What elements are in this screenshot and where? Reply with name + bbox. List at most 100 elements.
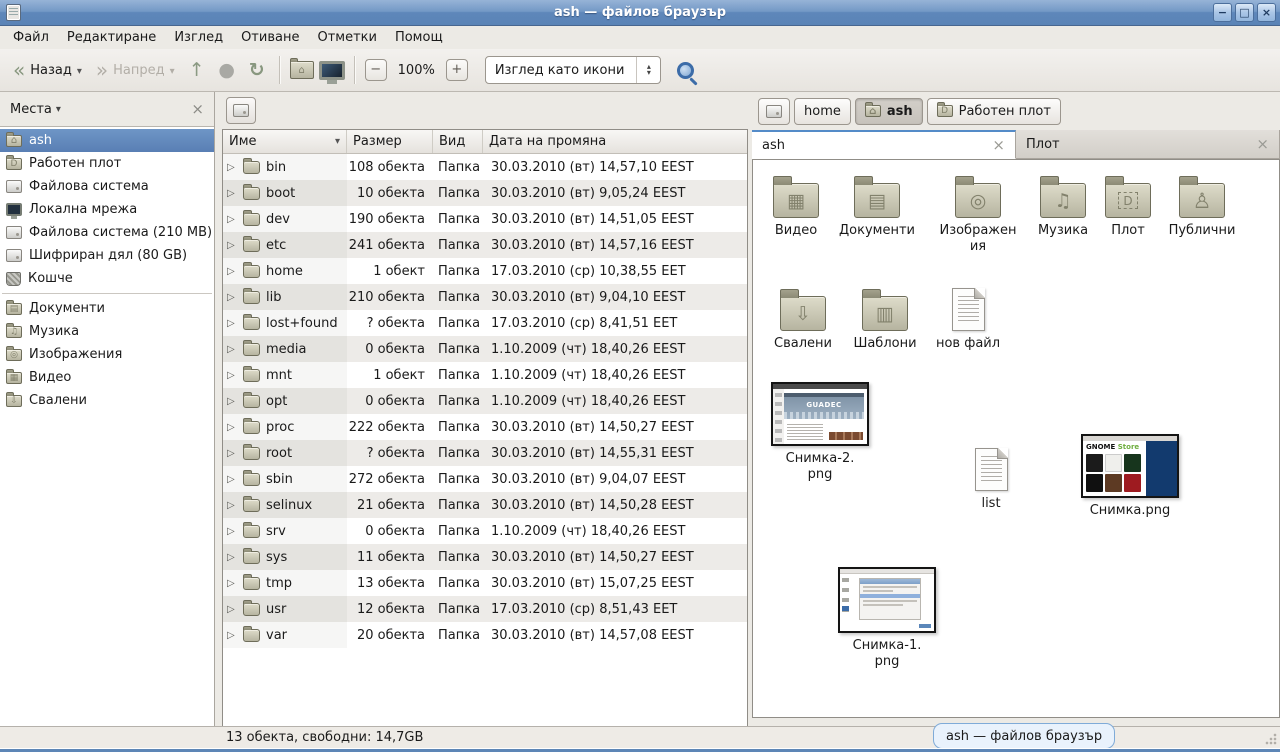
folder-item-public[interactable]: Публични bbox=[1160, 175, 1244, 239]
table-row[interactable]: ▷boot10 обектаПапка30.03.2010 (вт) 9,05,… bbox=[223, 180, 747, 206]
table-row[interactable]: ▷lib210 обектаПапка30.03.2010 (вт) 9,04,… bbox=[223, 284, 747, 310]
maximize-button[interactable]: □ bbox=[1235, 3, 1254, 22]
sidebar-close-icon[interactable]: × bbox=[191, 100, 204, 118]
table-row[interactable]: ▷var20 обектаПапка30.03.2010 (вт) 14,57,… bbox=[223, 622, 747, 648]
expander-icon[interactable]: ▷ bbox=[227, 266, 237, 277]
table-row[interactable]: ▷bin108 обектаПапка30.03.2010 (вт) 14,57… bbox=[223, 154, 747, 180]
column-header-date[interactable]: Дата на промяна bbox=[483, 130, 747, 153]
tab-ash[interactable]: ash× bbox=[752, 130, 1016, 159]
table-row[interactable]: ▷dev190 обектаПапка30.03.2010 (вт) 14,51… bbox=[223, 206, 747, 232]
tab-close-icon[interactable]: × bbox=[1256, 135, 1269, 153]
expander-icon[interactable]: ▷ bbox=[227, 526, 237, 537]
expander-icon[interactable]: ▷ bbox=[227, 448, 237, 459]
expander-icon[interactable]: ▷ bbox=[227, 604, 237, 615]
breadcrumb-desktop-button[interactable]: Работен плот bbox=[927, 98, 1061, 125]
tab-plot[interactable]: Плот× bbox=[1016, 130, 1280, 158]
folder-item-templates[interactable]: Шаблони bbox=[843, 288, 927, 352]
sidebar-item-desktop[interactable]: Работен плот bbox=[0, 152, 214, 175]
home-button[interactable] bbox=[287, 55, 317, 85]
image-item-snimka[interactable]: GNOME Store Снимка.png bbox=[1080, 434, 1180, 519]
expander-icon[interactable]: ▷ bbox=[227, 162, 237, 173]
menu-go[interactable]: Отиване bbox=[232, 28, 308, 47]
sidebar-item-encrypted[interactable]: Шифриран дял (80 GB) bbox=[0, 244, 214, 267]
menu-help[interactable]: Помощ bbox=[386, 28, 452, 47]
folder-item-desktop[interactable]: Плот bbox=[1086, 175, 1170, 239]
breadcrumb-home-button[interactable]: home bbox=[794, 98, 851, 125]
expander-icon[interactable]: ▷ bbox=[227, 422, 237, 433]
expander-icon[interactable]: ▷ bbox=[227, 552, 237, 563]
expander-icon[interactable]: ▷ bbox=[227, 318, 237, 329]
expander-icon[interactable]: ▷ bbox=[227, 344, 237, 355]
sidebar-item-filesystem-210[interactable]: Файлова система (210 MB) bbox=[0, 221, 214, 244]
stop-button[interactable] bbox=[212, 55, 242, 85]
image-item-snimka-2[interactable]: GUADEC Снимка-2.png bbox=[770, 382, 870, 483]
folder-item-documents[interactable]: Документи bbox=[835, 175, 919, 239]
minimize-button[interactable]: − bbox=[1213, 3, 1232, 22]
table-row[interactable]: ▷opt0 обектаПапка1.10.2009 (чт) 18,40,26… bbox=[223, 388, 747, 414]
close-button[interactable]: × bbox=[1257, 3, 1276, 22]
table-row[interactable]: ▷selinux21 обектаПапка30.03.2010 (вт) 14… bbox=[223, 492, 747, 518]
expander-icon[interactable]: ▷ bbox=[227, 500, 237, 511]
table-row[interactable]: ▷proc222 обектаПапка30.03.2010 (вт) 14,5… bbox=[223, 414, 747, 440]
expander-icon[interactable]: ▷ bbox=[227, 370, 237, 381]
table-row[interactable]: ▷tmp13 обектаПапка30.03.2010 (вт) 15,07,… bbox=[223, 570, 747, 596]
sidebar-item-documents[interactable]: Документи bbox=[0, 297, 214, 320]
view-mode-select[interactable]: Изглед като икони bbox=[485, 56, 662, 84]
sidebar-item-pictures[interactable]: Изображения bbox=[0, 343, 214, 366]
menu-bookmarks[interactable]: Отметки bbox=[308, 28, 385, 47]
expander-icon[interactable]: ▷ bbox=[227, 630, 237, 641]
zoom-out-button[interactable]: − bbox=[365, 59, 387, 81]
column-header-type[interactable]: Вид bbox=[433, 130, 483, 153]
menu-edit[interactable]: Редактиране bbox=[58, 28, 165, 47]
folder-item-pictures[interactable]: Изображения bbox=[936, 175, 1020, 255]
expander-icon[interactable]: ▷ bbox=[227, 474, 237, 485]
icon-view[interactable]: Видео Документи Изображения Музика Плот … bbox=[752, 159, 1280, 718]
expander-icon[interactable]: ▷ bbox=[227, 214, 237, 225]
table-row[interactable]: ▷root? обектаПапка30.03.2010 (вт) 14,55,… bbox=[223, 440, 747, 466]
spinner-icon[interactable] bbox=[636, 57, 660, 83]
table-row[interactable]: ▷mnt1 обектПапка1.10.2009 (чт) 18,40,26 … bbox=[223, 362, 747, 388]
file-item-new-file[interactable]: нов файл bbox=[926, 288, 1010, 352]
menu-view[interactable]: Изглед bbox=[165, 28, 232, 47]
up-button[interactable] bbox=[182, 55, 212, 85]
breadcrumb-ash-button[interactable]: ash bbox=[855, 98, 923, 125]
sidebar-item-ash[interactable]: ash bbox=[0, 129, 214, 152]
folder-item-downloads[interactable]: Свалени bbox=[761, 288, 845, 352]
sidebar-item-music[interactable]: Музика bbox=[0, 320, 214, 343]
table-row[interactable]: ▷usr12 обектаПапка17.03.2010 (ср) 8,51,4… bbox=[223, 596, 747, 622]
sidebar-item-trash[interactable]: Кошче bbox=[0, 267, 214, 290]
expander-icon[interactable]: ▷ bbox=[227, 578, 237, 589]
expander-icon[interactable]: ▷ bbox=[227, 292, 237, 303]
sidebar-item-video[interactable]: Видео bbox=[0, 366, 214, 389]
table-row[interactable]: ▷lost+found? обектаПапка17.03.2010 (ср) … bbox=[223, 310, 747, 336]
table-row[interactable]: ▷etc241 обектаПапка30.03.2010 (вт) 14,57… bbox=[223, 232, 747, 258]
zoom-in-button[interactable]: + bbox=[446, 59, 468, 81]
table-row[interactable]: ▷sbin272 обектаПапка30.03.2010 (вт) 9,04… bbox=[223, 466, 747, 492]
expander-icon[interactable]: ▷ bbox=[227, 188, 237, 199]
table-row[interactable]: ▷home1 обектПапка17.03.2010 (ср) 10,38,5… bbox=[223, 258, 747, 284]
menu-file[interactable]: Файл bbox=[4, 28, 58, 47]
file-item-list[interactable]: list bbox=[949, 448, 1033, 512]
reload-button[interactable] bbox=[242, 55, 272, 85]
sidebar-item-filesystem[interactable]: Файлова система bbox=[0, 175, 214, 198]
expander-icon[interactable]: ▷ bbox=[227, 396, 237, 407]
root-location-button[interactable] bbox=[226, 97, 256, 124]
table-row[interactable]: ▷media0 обектаПапка1.10.2009 (чт) 18,40,… bbox=[223, 336, 747, 362]
resize-grip[interactable] bbox=[1264, 732, 1278, 746]
chevron-down-icon[interactable] bbox=[77, 63, 82, 78]
column-header-size[interactable]: Размер bbox=[347, 130, 433, 153]
sidebar-item-network[interactable]: Локална мрежа bbox=[0, 198, 214, 221]
sidebar-item-downloads[interactable]: Свалени bbox=[0, 389, 214, 412]
table-row[interactable]: ▷sys11 обектаПапка30.03.2010 (вт) 14,50,… bbox=[223, 544, 747, 570]
folder-item-video[interactable]: Видео bbox=[754, 175, 838, 239]
search-icon[interactable] bbox=[677, 62, 694, 79]
back-button[interactable]: Назад bbox=[6, 55, 89, 86]
column-header-name[interactable]: Име bbox=[223, 130, 347, 153]
sidebar-mode-select[interactable]: Места bbox=[10, 102, 61, 117]
computer-button[interactable] bbox=[317, 55, 347, 85]
breadcrumb-root-button[interactable] bbox=[758, 98, 790, 125]
image-item-snimka-1[interactable]: Снимка-1.png bbox=[837, 567, 937, 670]
table-row[interactable]: ▷srv0 обектаПапка1.10.2009 (чт) 18,40,26… bbox=[223, 518, 747, 544]
expander-icon[interactable]: ▷ bbox=[227, 240, 237, 251]
taskbar-window-hint[interactable]: ash — файлов браузър bbox=[933, 723, 1115, 749]
